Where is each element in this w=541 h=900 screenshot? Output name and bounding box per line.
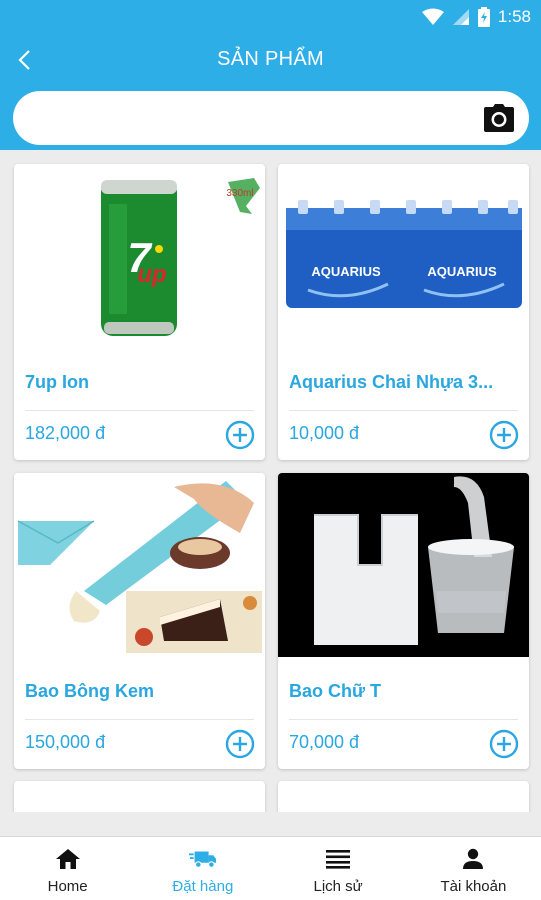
- divider: [289, 410, 518, 411]
- status-icons: 1:58: [421, 6, 531, 28]
- product-name: Bao Bông Kem: [25, 681, 155, 701]
- product-name: Bao Chữ T: [289, 681, 382, 701]
- search-box: [13, 91, 529, 145]
- product-card[interactable]: Bao Bông Kem 150,000 đ: [14, 473, 265, 769]
- nav-item-account[interactable]: Tài khoản: [406, 837, 541, 900]
- nav-item-order[interactable]: Đặt hàng: [135, 837, 270, 900]
- user-icon: [463, 848, 484, 869]
- t-shirt-bag-image: [278, 473, 529, 657]
- status-bar: 1:58: [0, 0, 541, 34]
- product-price: 10,000 đ: [289, 423, 360, 443]
- home-icon: [55, 849, 80, 869]
- product-card[interactable]: [14, 781, 265, 812]
- nav-label: Lịch sử: [313, 878, 363, 895]
- truck-icon: [188, 851, 216, 868]
- search-input[interactable]: [33, 91, 473, 145]
- status-time: 1:58: [497, 7, 531, 26]
- add-to-cart-button[interactable]: [225, 729, 255, 759]
- bottom-nav: Home Đặt hàng Lịch sử Tài khoản: [0, 836, 541, 900]
- page-title: SẢN PHẨM: [217, 48, 324, 70]
- product-grid: 7 up 330ml 7up Ion 182,000 đ AQUARIUS AQ…: [0, 150, 541, 812]
- nav-item-home[interactable]: Home: [0, 837, 135, 900]
- plus-circle-icon: [489, 420, 519, 450]
- add-to-cart-button[interactable]: [489, 729, 519, 759]
- product-name: 7up Ion: [25, 372, 89, 392]
- product-card[interactable]: [278, 781, 529, 812]
- piping-bag-image: [14, 473, 265, 657]
- product-card[interactable]: AQUARIUS AQUARIUS Aquarius Chai Nhựa 3..…: [278, 164, 529, 460]
- app-bar: SẢN PHẨM: [0, 34, 541, 86]
- aquarius-bottle-pack-image: AQUARIUS AQUARIUS: [278, 164, 529, 348]
- divider: [289, 719, 518, 720]
- svg-text:AQUARIUS: AQUARIUS: [311, 264, 381, 279]
- plus-circle-icon: [489, 729, 519, 759]
- nav-label: Tài khoản: [440, 878, 507, 895]
- add-to-cart-button[interactable]: [225, 420, 255, 450]
- signal-icon: [452, 9, 469, 25]
- product-card[interactable]: 7 up 330ml 7up Ion 182,000 đ: [14, 164, 265, 460]
- wifi-icon: [421, 8, 444, 25]
- camera-button[interactable]: [483, 103, 515, 133]
- nav-label: Đặt hàng: [172, 878, 234, 895]
- divider: [25, 410, 254, 411]
- plus-circle-icon: [225, 729, 255, 759]
- product-price: 70,000 đ: [289, 732, 360, 752]
- nav-label: Home: [47, 878, 88, 895]
- list-icon: [326, 850, 351, 869]
- divider: [25, 719, 254, 720]
- add-to-cart-button[interactable]: [489, 420, 519, 450]
- product-card[interactable]: Bao Chữ T 70,000 đ: [278, 473, 529, 769]
- plus-circle-icon: [225, 420, 255, 450]
- camera-icon: [484, 104, 514, 132]
- 7up-can-image: 7 up 330ml: [14, 164, 265, 348]
- product-name: Aquarius Chai Nhựa 3...: [289, 372, 494, 392]
- search-bar: [0, 86, 541, 150]
- nav-item-history[interactable]: Lịch sử: [271, 837, 406, 900]
- svg-text:AQUARIUS: AQUARIUS: [427, 264, 497, 279]
- product-price: 182,000 đ: [25, 423, 106, 443]
- battery-icon: [477, 7, 490, 27]
- svg-text:330ml: 330ml: [226, 188, 253, 199]
- product-price: 150,000 đ: [25, 732, 106, 752]
- svg-text:up: up: [137, 261, 166, 288]
